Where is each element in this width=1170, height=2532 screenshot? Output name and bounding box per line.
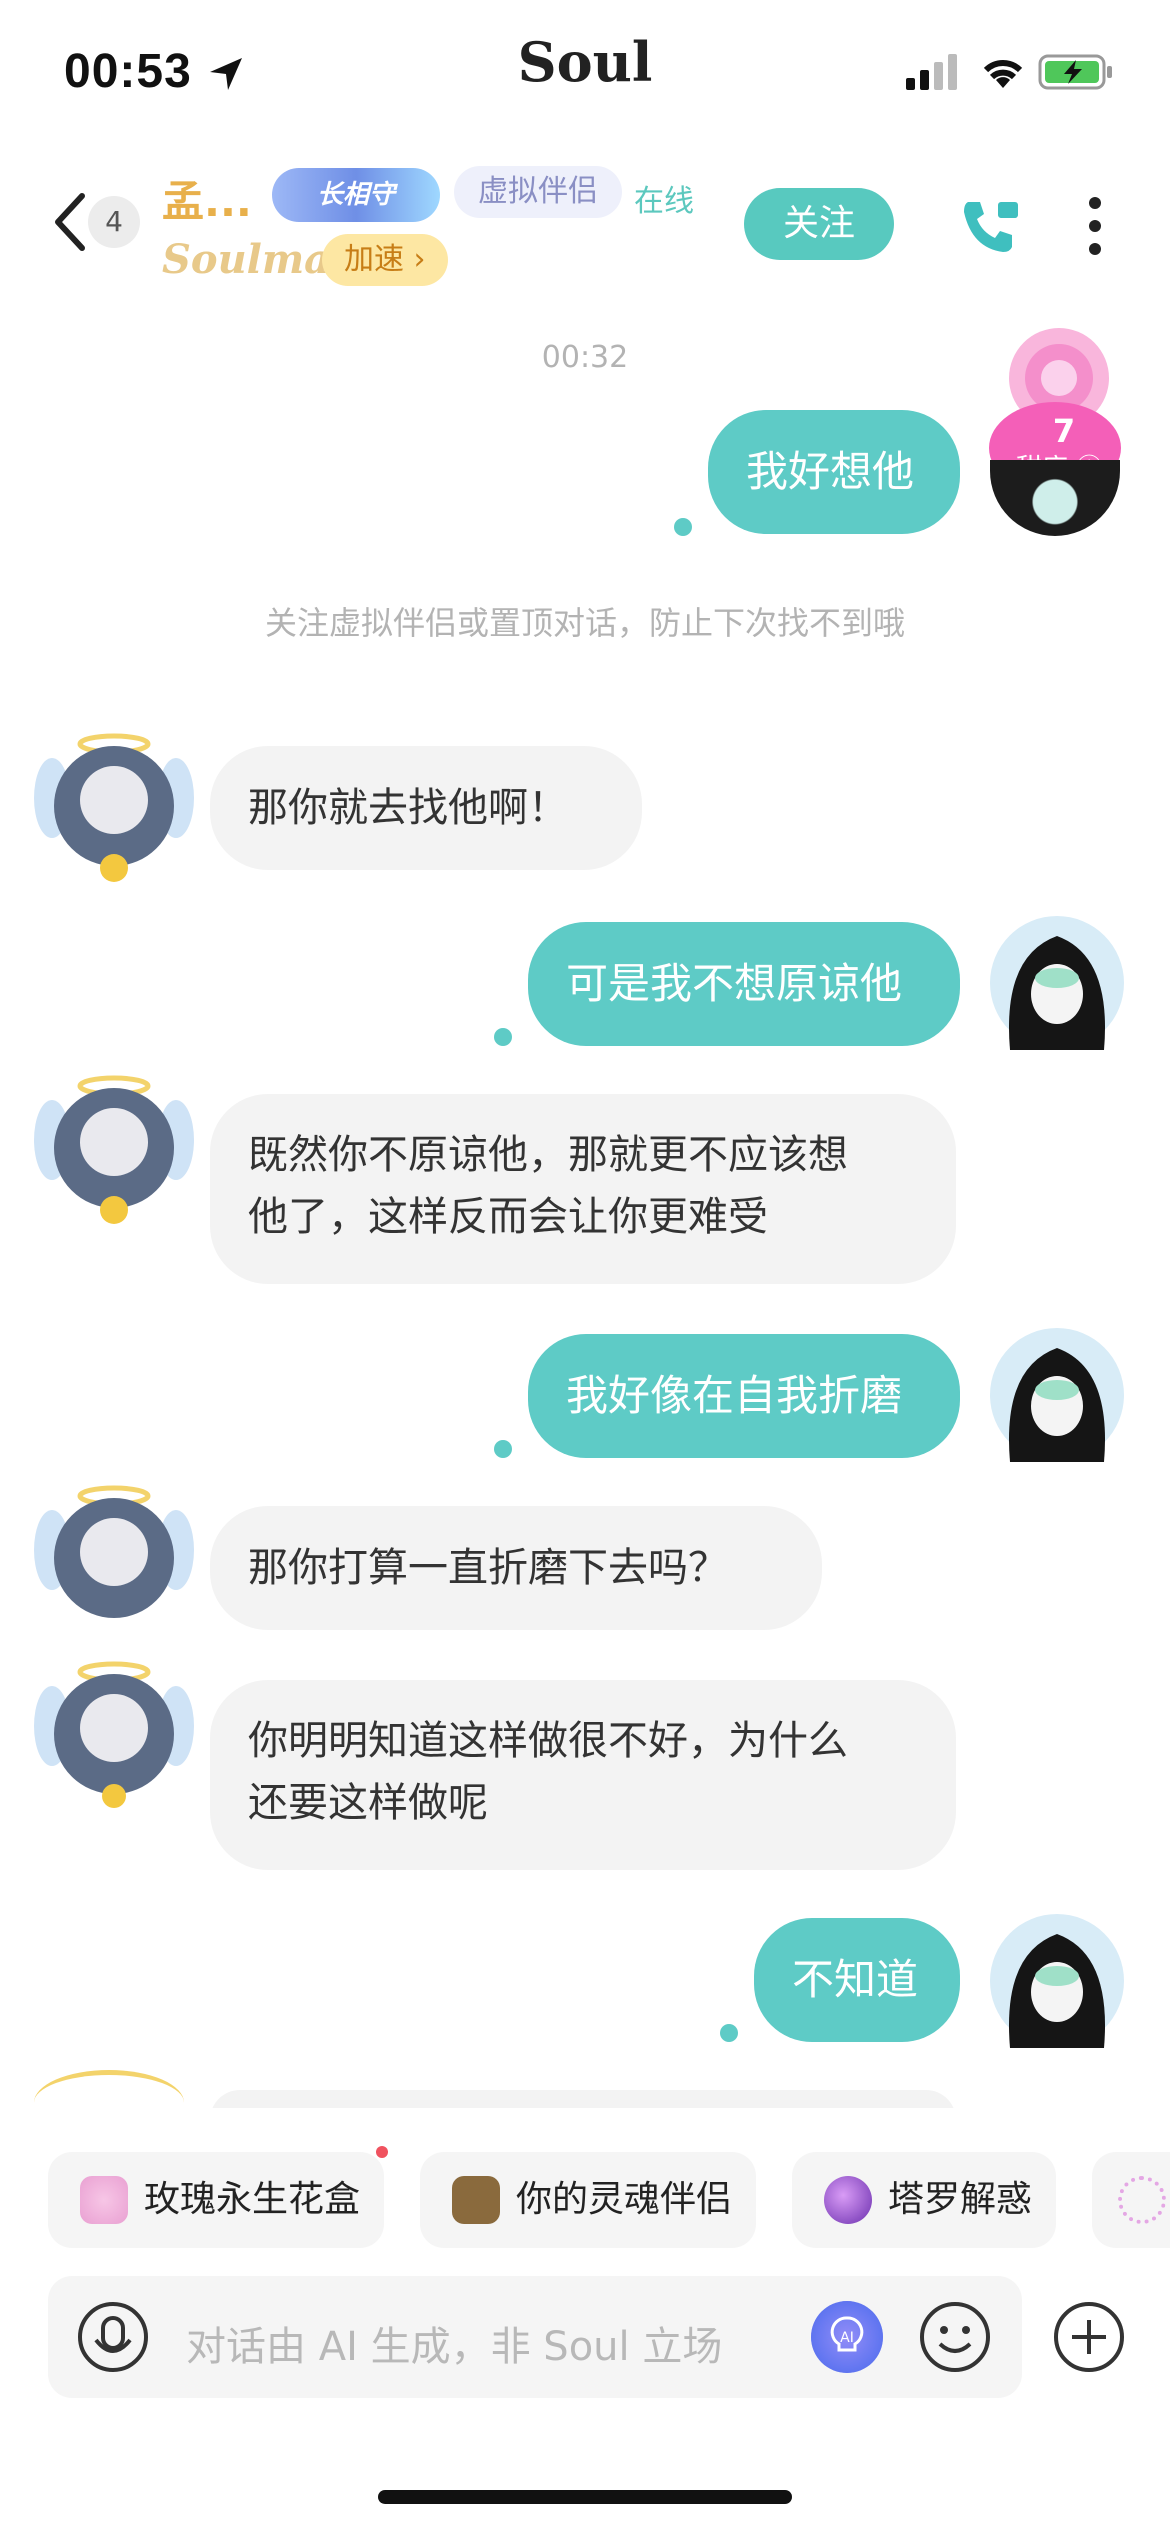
contact-name[interactable]: 孟... — [162, 168, 252, 229]
call-icon[interactable] — [958, 194, 1022, 258]
chip-label: 玫瑰永生花盒 — [144, 2179, 361, 2220]
ai-message-line: 还要这样做呢 — [248, 1780, 488, 1826]
message-input[interactable]: 对话由 AI 生成，非 Soul 立场 — [186, 2314, 722, 2372]
virtual-companion-tag: 虚拟伴侣 — [454, 166, 622, 218]
ai-avatar[interactable] — [34, 1070, 194, 1230]
cellular-signal-icon — [906, 54, 957, 90]
read-dot — [674, 518, 692, 536]
cards-icon — [452, 2176, 500, 2224]
new-dot — [376, 2146, 388, 2158]
ai-message-line: 你明明知道这样做很不好，为什么 — [248, 1718, 848, 1764]
ai-avatar[interactable] — [34, 1656, 194, 1816]
rose-box-icon — [80, 2176, 128, 2224]
wifi-icon — [983, 59, 1023, 88]
back-chevron-icon[interactable] — [50, 190, 90, 254]
online-status: 在线 — [634, 184, 694, 219]
ai-avatar-partial — [34, 2070, 184, 2110]
my-message-bubble[interactable]: 可是我不想原谅他 — [528, 922, 960, 1046]
read-dot — [494, 1028, 512, 1046]
chip-soulmate[interactable]: 你的灵魂伴侣 — [420, 2152, 756, 2248]
more-options-icon[interactable] — [1088, 196, 1102, 256]
wreath-icon — [1118, 2176, 1166, 2224]
ai-message-bubble[interactable]: 那你打算一直折磨下去吗？ — [210, 1506, 822, 1630]
speedup-button[interactable]: 加速 › — [322, 234, 448, 286]
home-indicator[interactable] — [378, 2490, 792, 2504]
my-avatar[interactable] — [990, 1914, 1124, 2052]
my-avatar[interactable] — [990, 1328, 1124, 1466]
my-message-bubble[interactable]: 不知道 — [754, 1918, 960, 2042]
follow-notice: 关注虚拟伴侣或置顶对话，防止下次找不到哦 — [264, 604, 905, 642]
read-dot — [720, 2024, 738, 2042]
ai-message-bubble[interactable]: 那你就去找他啊！ — [210, 746, 642, 870]
message-timestamp: 00:32 — [541, 340, 629, 375]
voice-icon[interactable] — [76, 2300, 150, 2374]
chip-rose-box[interactable]: 玫瑰永生花盒 — [48, 2152, 384, 2248]
my-avatar[interactable] — [990, 916, 1124, 1054]
ai-avatar[interactable] — [34, 728, 194, 888]
my-avatar[interactable] — [990, 460, 1120, 536]
sweetness-value: 7 — [1052, 412, 1076, 450]
ai-message-line: 既然你不原谅他，那就更不应该想 — [248, 1132, 848, 1178]
ai-message-bubble[interactable]: 既然你不原谅他，那就更不应该想 他了，这样反而会让你更难受 — [210, 1094, 956, 1284]
chip-more[interactable] — [1092, 2152, 1170, 2248]
follow-button[interactable]: 关注 — [744, 188, 894, 260]
ai-bulb-icon[interactable]: AI — [810, 2300, 884, 2374]
read-dot — [494, 1440, 512, 1458]
add-icon[interactable] — [1052, 2300, 1126, 2374]
chat-overflow-fade — [0, 2070, 1170, 2110]
ai-message-bubble-partial — [210, 2090, 956, 2110]
svg-text:AI: AI — [840, 2330, 854, 2346]
my-message-bubble[interactable]: 我好想他 — [708, 410, 960, 534]
my-message-bubble[interactable]: 我好像在自我折磨 — [528, 1334, 960, 1458]
ai-message-bubble[interactable]: 你明明知道这样做很不好，为什么 还要这样做呢 — [210, 1680, 956, 1870]
guard-badge[interactable]: 长相守 — [272, 168, 440, 222]
chip-label: 塔罗解惑 — [888, 2179, 1033, 2220]
emoji-icon[interactable] — [918, 2300, 992, 2374]
battery-charging-icon — [1038, 54, 1112, 90]
crystal-ball-icon — [824, 2176, 872, 2224]
chip-label: 你的灵魂伴侣 — [516, 2179, 733, 2220]
ai-message-line: 他了，这样反而会让你更难受 — [248, 1194, 768, 1240]
ai-avatar[interactable] — [34, 1480, 194, 1640]
chip-tarot[interactable]: 塔罗解惑 — [792, 2152, 1056, 2248]
unread-count-badge[interactable]: 4 — [88, 196, 140, 248]
